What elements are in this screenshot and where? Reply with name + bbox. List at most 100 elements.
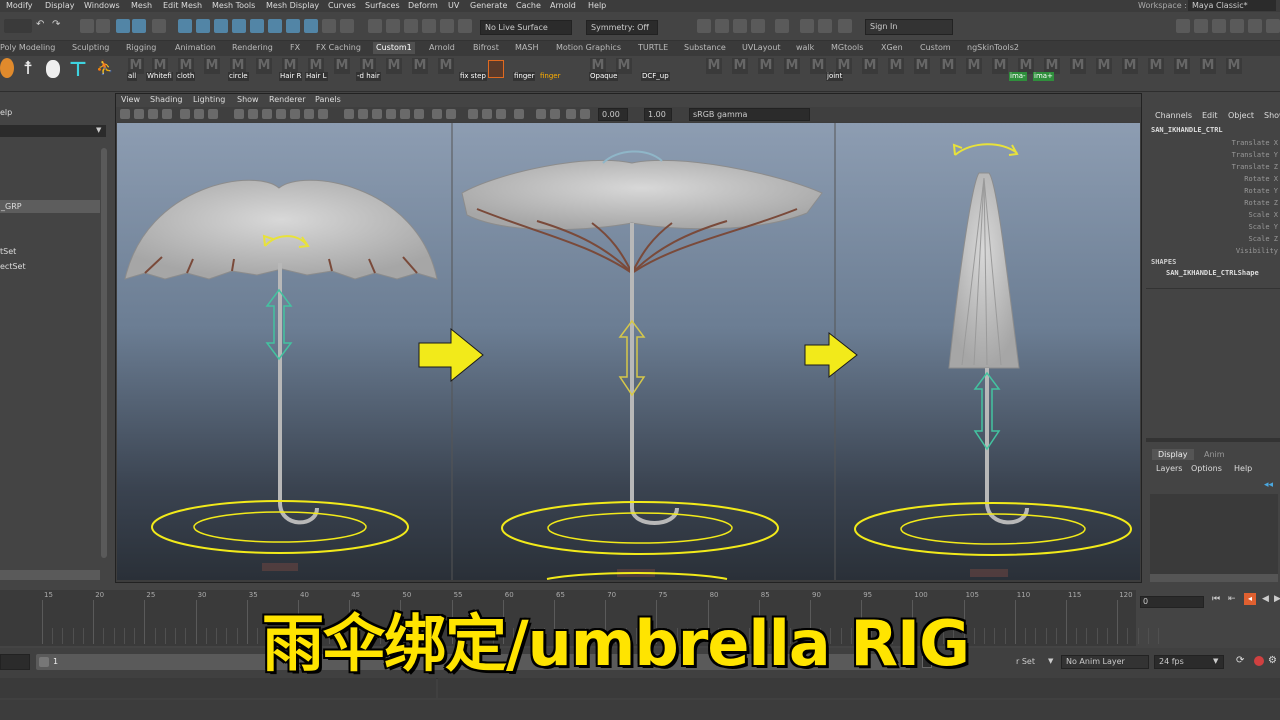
shelf-tab-bifrost[interactable]: Bifrost xyxy=(473,43,499,52)
viewport-menu-renderer[interactable]: Renderer xyxy=(269,95,306,104)
mel-script-icon[interactable]: M xyxy=(992,58,1008,74)
viewport-tool-icon[interactable] xyxy=(372,109,382,119)
shelf-tab-fx[interactable]: FX xyxy=(290,43,300,52)
ipr-render-icon[interactable] xyxy=(715,19,729,33)
viewport-tool-icon[interactable] xyxy=(162,109,172,119)
outliner-scrollbar[interactable] xyxy=(101,148,107,558)
deformer-mask-icon[interactable] xyxy=(286,19,300,33)
viewport-tool-icon[interactable] xyxy=(550,109,560,119)
viewport-menu-view[interactable]: View xyxy=(121,95,140,104)
layer-arrows-icon[interactable]: ◂◂ xyxy=(1264,480,1273,490)
attr-rotate-z[interactable]: Rotate Z xyxy=(1244,199,1278,207)
channel-menu-channels[interactable]: Channels xyxy=(1155,111,1192,120)
menu-mesh[interactable]: Mesh xyxy=(131,0,152,11)
snap-point-icon[interactable] xyxy=(404,19,418,33)
shelf-label-finger[interactable]: finger xyxy=(513,72,536,81)
viewport-tool-icon[interactable] xyxy=(496,109,506,119)
joint-mask-icon[interactable] xyxy=(250,19,264,33)
viewport-tool-icon[interactable] xyxy=(536,109,546,119)
channel-object-name[interactable]: SAN_IKHANDLE_CTRL xyxy=(1151,126,1223,134)
mel-script-icon[interactable]: M xyxy=(1174,58,1190,74)
viewport-tool-icon[interactable] xyxy=(468,109,478,119)
viewport-tool-icon[interactable] xyxy=(432,109,442,119)
attr-rotate-x[interactable]: Rotate X xyxy=(1244,175,1278,183)
redo-icon[interactable]: ↷ xyxy=(52,19,66,33)
uv-mask-icon[interactable] xyxy=(232,19,246,33)
outliner-item-select-set[interactable]: ectSet xyxy=(0,262,26,271)
face-mask-icon[interactable] xyxy=(214,19,228,33)
current-frame-field[interactable]: 0 xyxy=(1140,596,1204,608)
viewport-tool-icon[interactable] xyxy=(148,109,158,119)
mel-script-icon[interactable]: M xyxy=(862,58,878,74)
attr-translate-z[interactable]: Translate Z xyxy=(1232,163,1278,171)
outliner-search-field[interactable] xyxy=(0,125,106,137)
loop-icon[interactable]: ⟳ xyxy=(1236,655,1244,666)
outliner-icon[interactable] xyxy=(1266,19,1280,33)
chevron-down-icon[interactable]: ▼ xyxy=(1048,657,1053,665)
viewport-tool-icon[interactable] xyxy=(446,109,456,119)
play-forward-icon[interactable]: ▶ xyxy=(1274,594,1280,604)
mel-script-icon[interactable]: M xyxy=(784,58,800,74)
snap-projected-icon[interactable] xyxy=(422,19,436,33)
attr-scale-x[interactable]: Scale X xyxy=(1248,211,1278,219)
live-surface-field[interactable]: No Live Surface xyxy=(480,20,572,35)
viewport-tool-icon[interactable] xyxy=(208,109,218,119)
shelf-label-cloth[interactable]: cloth xyxy=(176,72,196,81)
menu-windows[interactable]: Windows xyxy=(84,0,120,11)
viewport-tool-icon[interactable] xyxy=(234,109,244,119)
modeling-toolkit-icon[interactable] xyxy=(1176,19,1190,33)
mel-script-icon[interactable]: M xyxy=(1096,58,1112,74)
shelf-label-ima-minus[interactable]: ima- xyxy=(1009,72,1027,81)
chevron-down-icon[interactable]: ▼ xyxy=(1213,657,1218,665)
menu-edit-mesh[interactable]: Edit Mesh xyxy=(163,0,202,11)
sign-in-button[interactable]: Sign In xyxy=(865,19,953,35)
select-hierarchy-icon[interactable] xyxy=(80,19,94,33)
curve-mask-icon[interactable] xyxy=(268,19,282,33)
shelf-label-circle[interactable]: circle xyxy=(228,72,249,81)
mel-script-icon[interactable]: M xyxy=(1200,58,1216,74)
shelf-tab-custom[interactable]: Custom xyxy=(920,43,951,52)
menu-help[interactable]: Help xyxy=(588,0,606,11)
chevron-down-icon[interactable]: ▼ xyxy=(96,126,101,134)
shelf-label-joint[interactable]: joint xyxy=(826,72,844,81)
channel-menu-show[interactable]: Show xyxy=(1264,111,1280,120)
outliner-h-scrollbar[interactable] xyxy=(0,570,100,580)
mel-script-icon[interactable]: M xyxy=(438,58,454,74)
shelf-tab-rigging[interactable]: Rigging xyxy=(126,43,156,52)
anim-layer-dropdown[interactable]: No Anim Layer xyxy=(1061,655,1149,669)
mel-script-icon[interactable]: M xyxy=(914,58,930,74)
channel-menu-edit[interactable]: Edit xyxy=(1202,111,1218,120)
play-back-icon[interactable]: ◀ xyxy=(1262,594,1269,604)
gamma-field[interactable]: 1.00 xyxy=(644,108,672,121)
menu-display[interactable]: Display xyxy=(45,0,75,11)
shelf-tab-xgen[interactable]: XGen xyxy=(881,43,903,52)
render-setup-icon[interactable] xyxy=(838,19,852,33)
layer-tab-display[interactable]: Display xyxy=(1152,449,1194,460)
shelf-label-all[interactable]: all xyxy=(127,72,138,81)
shelf-tab-turtle[interactable]: TURTLE xyxy=(638,43,668,52)
attr-translate-x[interactable]: Translate X xyxy=(1232,139,1278,147)
outliner-help-menu[interactable]: elp xyxy=(0,108,12,117)
viewport-tool-icon[interactable] xyxy=(386,109,396,119)
render-settings-icon[interactable] xyxy=(733,19,747,33)
layer-menu-options[interactable]: Options xyxy=(1191,464,1222,473)
mel-script-icon[interactable]: M xyxy=(732,58,748,74)
lock-icon[interactable] xyxy=(340,19,354,33)
menu-cache[interactable]: Cache xyxy=(516,0,541,11)
viewport-tool-icon[interactable] xyxy=(304,109,314,119)
render-icon[interactable] xyxy=(697,19,711,33)
mel-script-icon[interactable]: M xyxy=(888,58,904,74)
umbrella-closed[interactable] xyxy=(854,143,1132,577)
menu-arnold[interactable]: Arnold xyxy=(550,0,576,11)
mel-script-icon[interactable]: M xyxy=(1070,58,1086,74)
select-object-icon[interactable] xyxy=(96,19,110,33)
shelf-tab-arnold[interactable]: Arnold xyxy=(429,43,455,52)
character-set-dropdown[interactable]: r Set xyxy=(1016,657,1035,666)
shelf-tab-motion-graphics[interactable]: Motion Graphics xyxy=(556,43,621,52)
mel-script-icon[interactable]: M xyxy=(256,58,272,74)
shelf-tab-ngskintools2[interactable]: ngSkinTools2 xyxy=(967,43,1019,52)
attr-scale-z[interactable]: Scale Z xyxy=(1248,235,1278,243)
snap-view-icon[interactable] xyxy=(440,19,454,33)
shelf-tab-custom1[interactable]: Custom1 xyxy=(373,42,415,54)
preferences-icon[interactable]: ⚙ xyxy=(1268,655,1277,666)
